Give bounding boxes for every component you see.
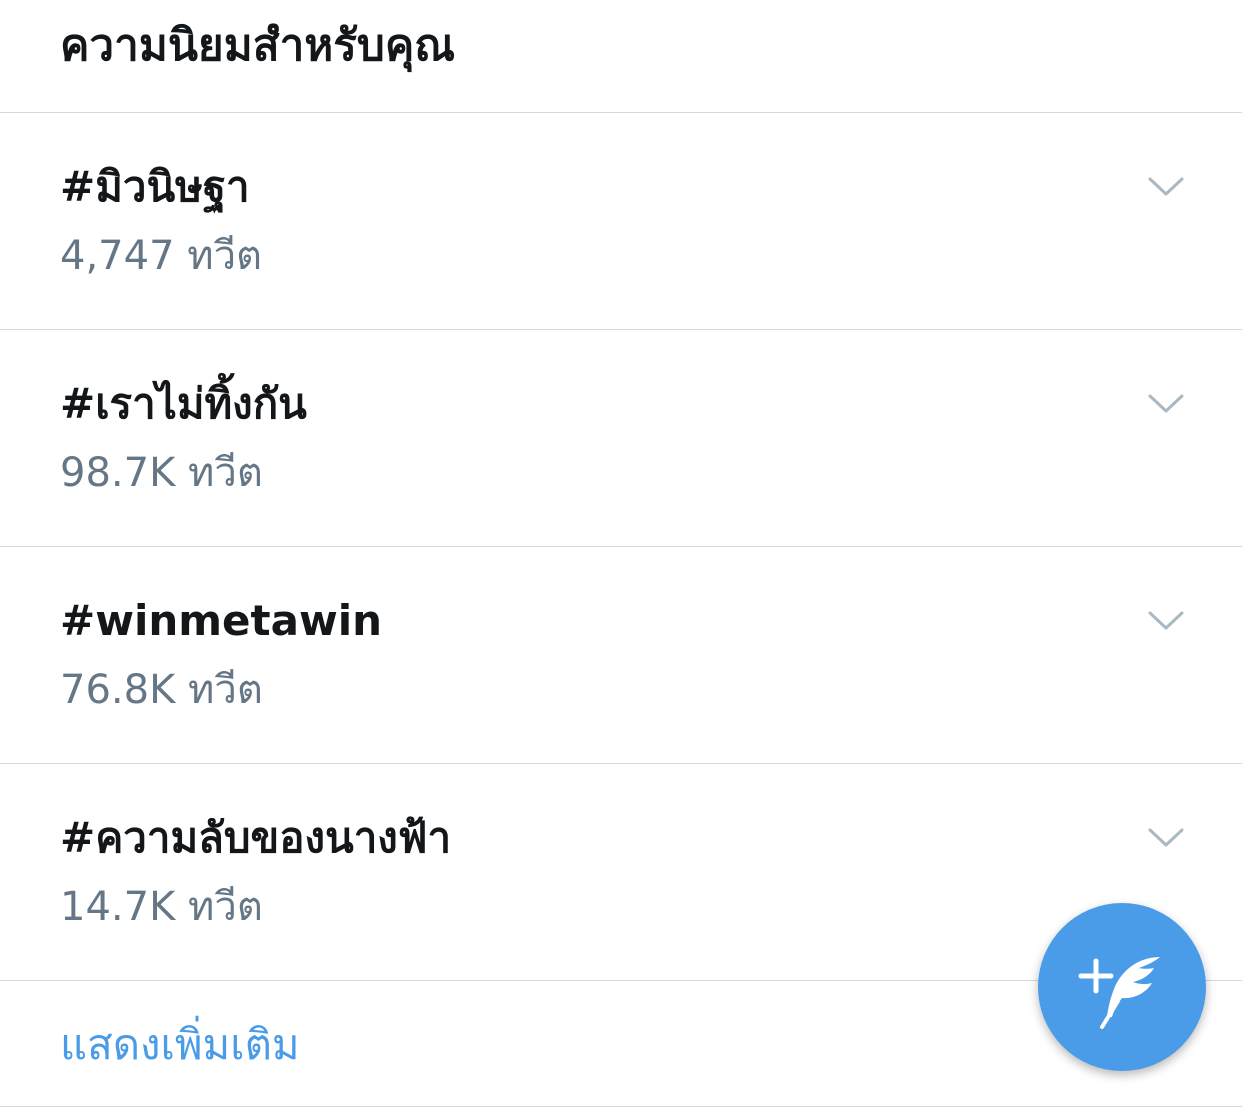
chevron-down-icon[interactable] bbox=[1146, 822, 1186, 852]
trend-item[interactable]: #มิวนิษฐา 4,747 ทวีต bbox=[0, 113, 1242, 330]
trend-tweet-count: 14.7K ทวีต bbox=[60, 884, 263, 930]
trend-hashtag: #ความลับของนางฟ้า bbox=[60, 813, 452, 862]
compose-tweet-icon bbox=[1078, 957, 1160, 1029]
trend-hashtag: #winmetawin bbox=[60, 596, 383, 645]
trend-tweet-count: 98.7K ทวีต bbox=[60, 450, 263, 496]
section-header: ความนิยมสำหรับคุณ bbox=[0, 0, 1242, 113]
trend-hashtag: #มิวนิษฐา bbox=[60, 162, 250, 211]
trend-hashtag: #เราไม่ทิ้งกัน bbox=[60, 379, 307, 428]
chevron-down-icon[interactable] bbox=[1146, 171, 1186, 201]
compose-tweet-button[interactable] bbox=[1038, 903, 1206, 1071]
chevron-down-icon[interactable] bbox=[1146, 605, 1186, 635]
trend-tweet-count: 76.8K ทวีต bbox=[60, 667, 263, 713]
chevron-down-icon[interactable] bbox=[1146, 388, 1186, 418]
trend-item[interactable]: #winmetawin 76.8K ทวีต bbox=[0, 547, 1242, 764]
show-more-label: แสดงเพิ่มเติม bbox=[60, 1020, 300, 1069]
trends-list: #มิวนิษฐา 4,747 ทวีต #เราไม่ทิ้งกัน 98.7… bbox=[0, 113, 1242, 981]
section-title: ความนิยมสำหรับคุณ bbox=[60, 20, 456, 71]
trend-item[interactable]: #เราไม่ทิ้งกัน 98.7K ทวีต bbox=[0, 330, 1242, 547]
trend-tweet-count: 4,747 ทวีต bbox=[60, 233, 263, 279]
